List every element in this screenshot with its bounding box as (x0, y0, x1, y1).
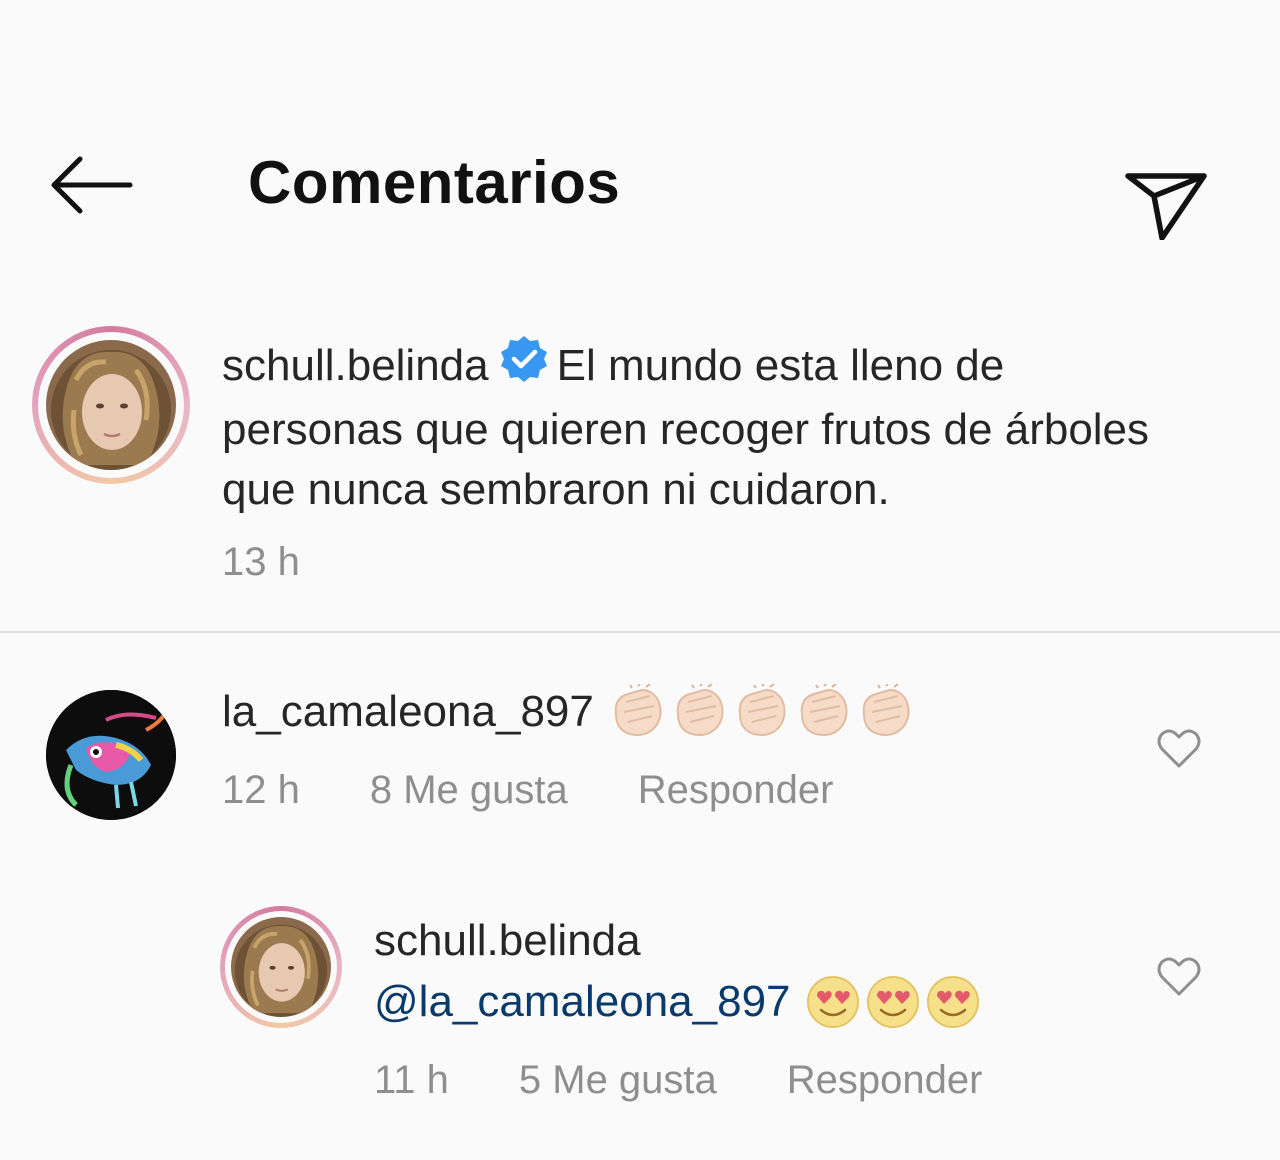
verified-badge-icon (499, 334, 549, 400)
caption-time: 13 h (222, 540, 300, 584)
share-button[interactable] (1118, 144, 1214, 241)
clapping-hands-icon (862, 683, 910, 736)
arrow-left-icon (51, 156, 133, 214)
top-bar: Comentarios (0, 120, 1280, 250)
like-button[interactable] (1156, 954, 1202, 1000)
caption-meta: 13 h (222, 540, 370, 585)
reply-likes[interactable]: 5 Me gusta (519, 1058, 717, 1102)
comment-username[interactable]: la_camaleona_897 (222, 687, 594, 736)
caption-username[interactable]: schull.belinda (222, 341, 489, 390)
reply-time: 11 h (374, 1058, 449, 1102)
caption: schull.belinda El mundo esta lleno de pe… (222, 334, 1182, 520)
reply-username[interactable]: schull.belinda (374, 916, 641, 965)
reply-button[interactable]: Responder (787, 1058, 983, 1102)
reply-meta: 11 h 5 Me gusta Responder (374, 1058, 1052, 1103)
clapping-hands-emoji-row (608, 683, 918, 751)
clapping-hands-icon (614, 683, 662, 736)
clapping-hands-icon (800, 683, 848, 736)
comment-body: la_camaleona_897 (222, 683, 918, 751)
heart-eyes-emoji-icon (866, 976, 919, 1028)
avatar-photo (46, 340, 176, 470)
reply-mention[interactable]: @la_camaleona_897 (374, 977, 791, 1026)
comment-likes[interactable]: 8 Me gusta (370, 768, 568, 812)
comment-time: 12 h (222, 768, 300, 812)
caption-avatar[interactable] (32, 326, 190, 484)
heart-icon (1157, 957, 1201, 996)
heart-icon (1157, 729, 1201, 768)
divider (0, 631, 1280, 633)
back-button[interactable] (44, 150, 136, 220)
avatar-photo (231, 917, 331, 1017)
clapping-hands-icon (738, 683, 786, 736)
page-title: Comentarios (248, 149, 621, 216)
comment-meta: 12 h 8 Me gusta Responder (222, 768, 903, 813)
heart-eyes-emoji-icon (806, 976, 859, 1028)
commenter-avatar[interactable] (46, 690, 176, 820)
heart-eyes-emoji-row (805, 974, 985, 1041)
clapping-hands-icon (676, 683, 724, 736)
reply-button[interactable]: Responder (638, 768, 834, 812)
paper-plane-icon (1125, 173, 1207, 241)
reply-avatar[interactable] (220, 906, 342, 1028)
reply-body: @la_camaleona_897 (374, 974, 985, 1041)
like-button[interactable] (1156, 726, 1202, 772)
heart-eyes-emoji-icon (926, 976, 979, 1028)
reply-username-line: schull.belinda (374, 916, 641, 966)
